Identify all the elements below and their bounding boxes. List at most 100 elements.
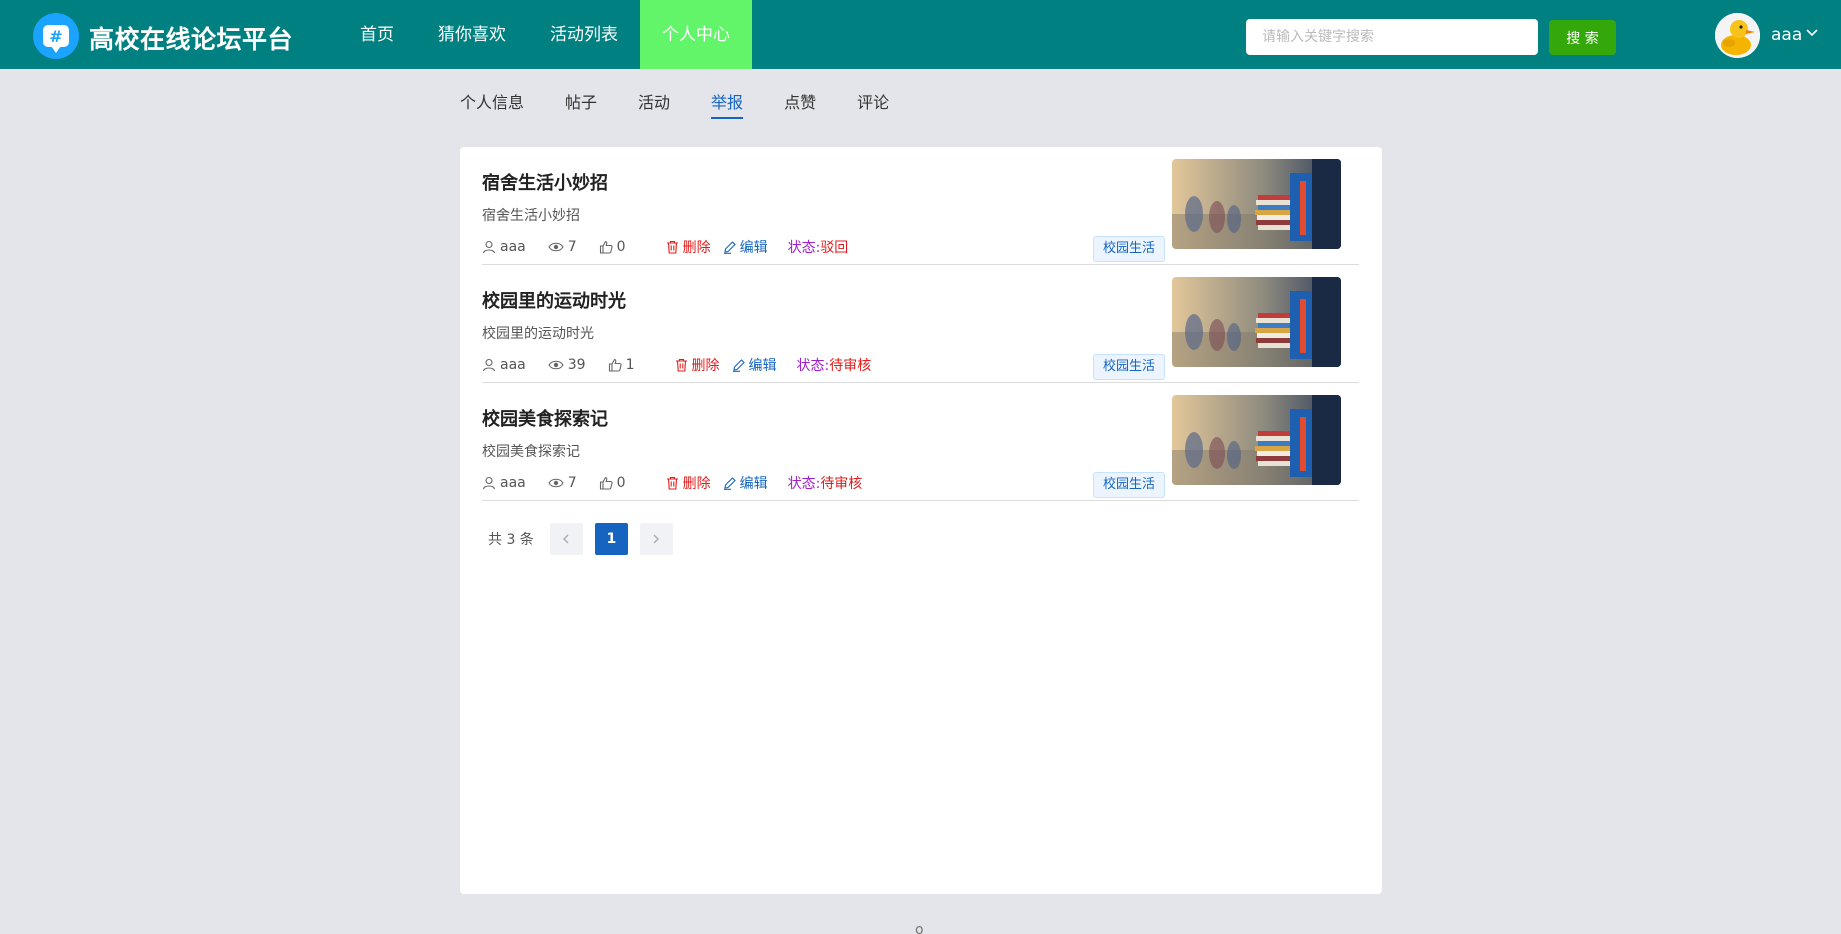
status-value: 待审核 bbox=[820, 476, 863, 492]
post-thumbnail[interactable] bbox=[1172, 159, 1341, 249]
list-item: 宿舍生活小妙招 宿舍生活小妙招 aaa 7 0 删除 编辑 状态: 驳回 校园生… bbox=[482, 147, 1359, 265]
nav-item-activities[interactable]: 活动列表 bbox=[528, 0, 640, 69]
delete-button[interactable]: 删除 bbox=[675, 355, 720, 375]
nav-item-home[interactable]: 首页 bbox=[338, 0, 416, 69]
delete-label: 删除 bbox=[682, 240, 711, 256]
prev-page-button[interactable] bbox=[549, 523, 583, 555]
item-desc: 宿舍生活小妙招 bbox=[482, 208, 580, 224]
chevron-down-icon[interactable] bbox=[1805, 28, 1819, 38]
author: aaa bbox=[482, 239, 526, 255]
status-label: 状态: bbox=[787, 476, 821, 492]
pagination-total: 共 3 条 bbox=[488, 532, 534, 548]
next-page-button[interactable] bbox=[639, 523, 673, 555]
trash-icon bbox=[666, 240, 678, 254]
list-item: 校园里的运动时光 校园里的运动时光 aaa 39 1 删除 编辑 状态: 待审核… bbox=[482, 265, 1359, 383]
search-button[interactable]: 搜 索 bbox=[1549, 20, 1616, 55]
trash-icon bbox=[675, 358, 687, 372]
tab-posts[interactable]: 帖子 bbox=[565, 85, 597, 119]
list-item: 校园美食探索记 校园美食探索记 aaa 7 0 删除 编辑 状态: 待审核 校园… bbox=[482, 383, 1359, 501]
duck-avatar-icon bbox=[1715, 13, 1760, 58]
delete-button[interactable]: 删除 bbox=[666, 237, 711, 257]
like-count: 1 bbox=[625, 357, 635, 373]
tab-reports[interactable]: 举报 bbox=[711, 85, 744, 119]
thumb-up-icon bbox=[608, 358, 622, 372]
category-tag[interactable]: 校园生活 bbox=[1093, 354, 1166, 380]
item-desc: 校园美食探索记 bbox=[482, 444, 580, 460]
thumb-up-icon bbox=[599, 240, 613, 254]
thumb-up-icon bbox=[599, 476, 613, 490]
views: 7 bbox=[548, 475, 577, 491]
edit-button[interactable]: 编辑 bbox=[732, 355, 777, 375]
item-title[interactable]: 校园美食探索记 bbox=[482, 405, 608, 431]
item-meta: aaa 7 0 删除 编辑 状态: 待审核 bbox=[482, 474, 862, 492]
view-count: 7 bbox=[567, 475, 577, 491]
page-number-button[interactable]: 1 bbox=[594, 523, 628, 555]
eye-icon bbox=[548, 478, 564, 488]
author-name: aaa bbox=[500, 475, 526, 491]
site-title[interactable]: 高校在线论坛平台 bbox=[89, 20, 293, 56]
author: aaa bbox=[482, 357, 526, 373]
trash-icon bbox=[666, 476, 678, 490]
tab-comments[interactable]: 评论 bbox=[857, 85, 889, 119]
item-desc: 校园里的运动时光 bbox=[482, 326, 594, 342]
post-thumbnail[interactable] bbox=[1172, 277, 1341, 367]
category-tag[interactable]: 校园生活 bbox=[1093, 472, 1166, 498]
nav-item-profile[interactable]: 个人中心 bbox=[640, 0, 752, 69]
delete-button[interactable]: 删除 bbox=[666, 473, 711, 493]
author-name: aaa bbox=[500, 239, 526, 255]
pagination: 共 3 条 1 bbox=[488, 523, 685, 555]
category-tag[interactable]: 校园生活 bbox=[1093, 236, 1166, 262]
status-label: 状态: bbox=[787, 240, 821, 256]
item-title[interactable]: 宿舍生活小妙招 bbox=[482, 169, 608, 195]
edit-button[interactable]: 编辑 bbox=[723, 473, 768, 493]
post-thumbnail[interactable] bbox=[1172, 395, 1341, 485]
chevron-right-icon bbox=[653, 534, 660, 544]
status-label: 状态: bbox=[796, 358, 830, 374]
status-value: 待审核 bbox=[829, 358, 872, 374]
top-header: # 高校在线论坛平台 首页 猜你喜欢 活动列表 个人中心 搜 索 aaa bbox=[0, 0, 1841, 69]
main-nav: 首页 猜你喜欢 活动列表 个人中心 bbox=[338, 0, 752, 69]
nav-item-recommend[interactable]: 猜你喜欢 bbox=[416, 0, 528, 69]
likes: 0 bbox=[599, 475, 626, 491]
pencil-icon bbox=[723, 241, 736, 254]
tab-likes[interactable]: 点赞 bbox=[784, 85, 816, 119]
edit-button[interactable]: 编辑 bbox=[723, 237, 768, 257]
eye-icon bbox=[548, 360, 564, 370]
views: 7 bbox=[548, 239, 577, 255]
item-title[interactable]: 校园里的运动时光 bbox=[482, 287, 626, 313]
search-input[interactable] bbox=[1246, 19, 1538, 55]
edit-label: 编辑 bbox=[739, 240, 768, 256]
item-meta: aaa 7 0 删除 编辑 状态: 驳回 bbox=[482, 238, 848, 256]
report-list-card: 宿舍生活小妙招 宿舍生活小妙招 aaa 7 0 删除 编辑 状态: 驳回 校园生… bbox=[460, 147, 1382, 894]
delete-label: 删除 bbox=[691, 358, 720, 374]
books-photo-icon bbox=[1172, 395, 1341, 485]
edit-label: 编辑 bbox=[739, 476, 768, 492]
eye-icon bbox=[548, 242, 564, 252]
footer-text: o bbox=[915, 922, 924, 934]
likes: 1 bbox=[608, 357, 635, 373]
avatar[interactable] bbox=[1715, 13, 1760, 58]
chevron-left-icon bbox=[563, 534, 569, 544]
username[interactable]: aaa bbox=[1771, 25, 1802, 45]
view-count: 39 bbox=[567, 357, 586, 373]
user-icon bbox=[482, 240, 496, 254]
books-photo-icon bbox=[1172, 159, 1341, 249]
author: aaa bbox=[482, 475, 526, 491]
tab-personal-info[interactable]: 个人信息 bbox=[460, 85, 524, 119]
status-value: 驳回 bbox=[820, 240, 849, 256]
author-name: aaa bbox=[500, 357, 526, 373]
views: 39 bbox=[548, 357, 586, 373]
delete-label: 删除 bbox=[682, 476, 711, 492]
books-photo-icon bbox=[1172, 277, 1341, 367]
view-count: 7 bbox=[567, 239, 577, 255]
user-icon bbox=[482, 476, 496, 490]
item-meta: aaa 39 1 删除 编辑 状态: 待审核 bbox=[482, 356, 871, 374]
user-icon bbox=[482, 358, 496, 372]
logo-icon[interactable]: # bbox=[33, 13, 79, 59]
likes: 0 bbox=[599, 239, 626, 255]
like-count: 0 bbox=[616, 475, 626, 491]
chat-hash-icon: # bbox=[43, 25, 69, 53]
pencil-icon bbox=[732, 359, 745, 372]
profile-tabs: 个人信息 帖子 活动 举报 点赞 评论 bbox=[460, 85, 930, 119]
tab-activities[interactable]: 活动 bbox=[638, 85, 670, 119]
